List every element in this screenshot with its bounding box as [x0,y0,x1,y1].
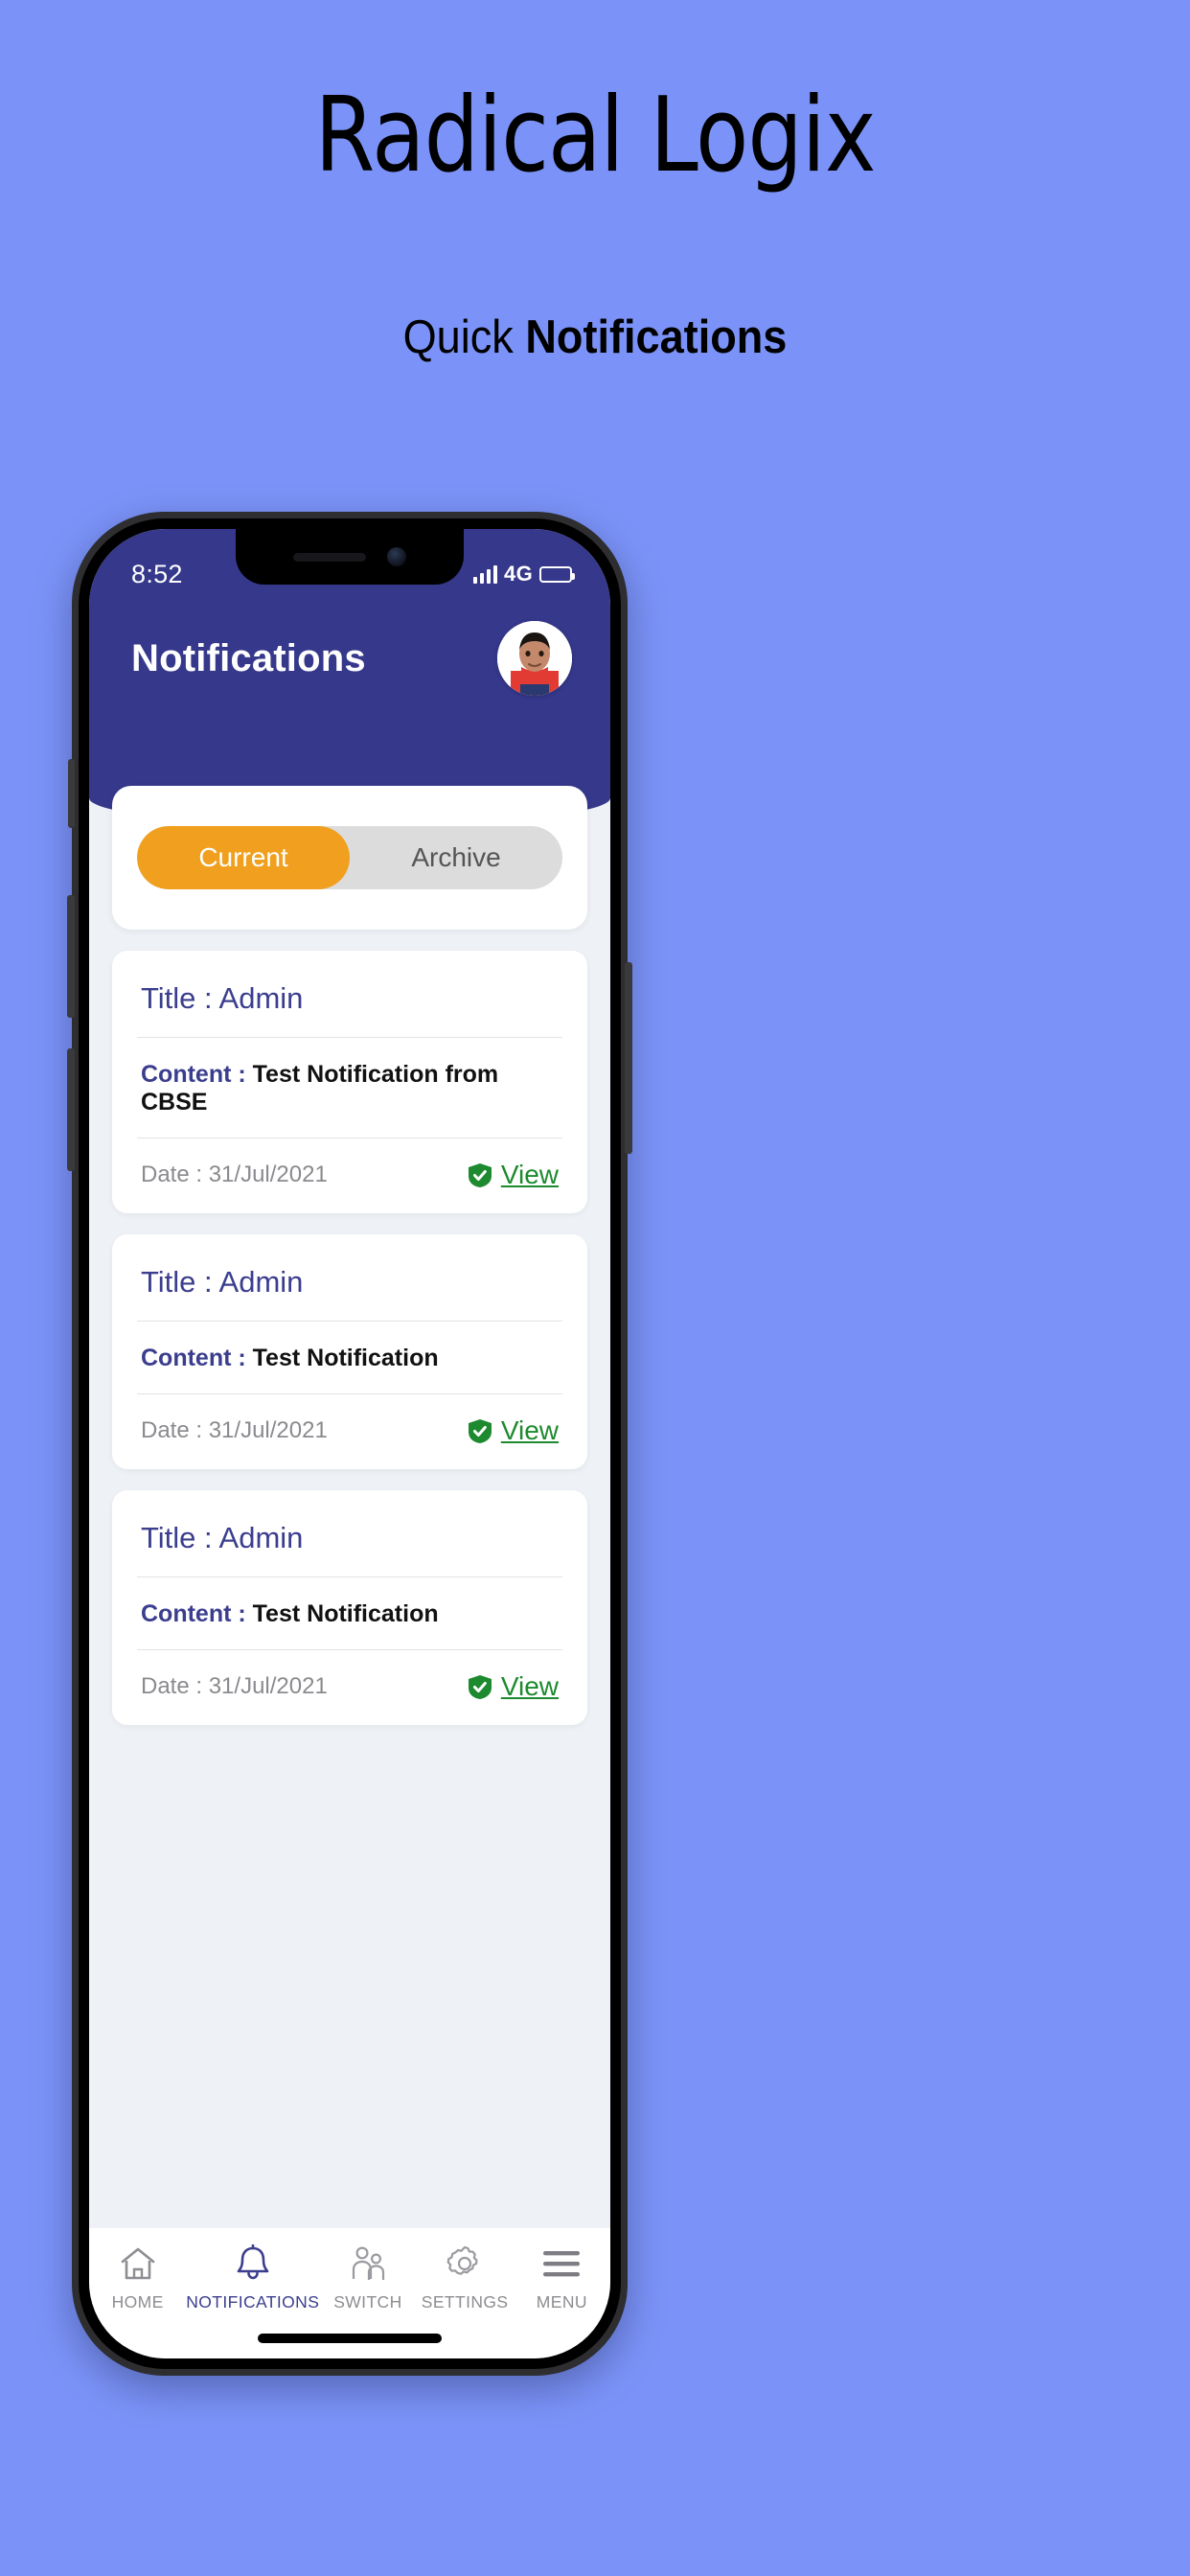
view-button[interactable]: View [468,1671,559,1702]
nav-item-notifications[interactable]: NOTIFICATIONS [186,2243,319,2312]
phone-notch [236,529,464,585]
bell-icon [236,2243,270,2284]
notification-date: Date : 31/Jul/2021 [141,1162,328,1188]
notification-title: Title : Admin [137,1240,562,1322]
shield-check-icon [468,1162,492,1187]
promo-screenshot: Radical Logix Quick Notifications 8:52 4… [0,0,1190,2576]
notification-card-3[interactable]: Title : Admin Content : Test Notificatio… [112,1490,587,1725]
title-label: Title : [141,1521,219,1554]
nav-label-switch: SWITCH [333,2292,402,2312]
view-label: View [500,1160,559,1189]
title-label: Title : [141,1265,219,1299]
notification-footer: Date : 31/Jul/2021 View [137,1394,562,1456]
date-label: Date : [141,1673,209,1699]
nav-item-menu[interactable]: MENU [514,2243,610,2312]
notification-card-1[interactable]: Title : Admin Content : Test Notificatio… [112,951,587,1213]
phone-bezel: 8:52 4G Notifications Current Archive Ti… [79,518,621,2369]
notification-content: Content : Test Notification [137,1322,562,1394]
shield-check-icon [468,1418,492,1443]
shield-check-icon [468,1674,492,1699]
date-label: Date : [141,1417,209,1443]
earpiece-speaker-icon [293,552,366,562]
home-icon [120,2243,156,2284]
view-label: View [500,1415,559,1445]
view-label: View [500,1671,559,1701]
nav-item-switch[interactable]: SWITCH [319,2243,416,2312]
tabs-card: Current Archive [112,786,587,930]
notification-date: Date : 31/Jul/2021 [141,1417,328,1444]
battery-icon [539,565,575,583]
nav-label-settings: SETTINGS [421,2292,509,2312]
tab-archive[interactable]: Archive [350,826,562,889]
notification-card-2[interactable]: Title : Admin Content : Test Notificatio… [112,1234,587,1469]
notification-content: Content : Test Notification from CBSE [137,1038,562,1138]
nav-label-home: HOME [111,2292,164,2312]
view-button[interactable]: View [468,1160,559,1190]
date-value: 31/Jul/2021 [208,1673,328,1699]
notification-title: Title : Admin [137,1496,562,1577]
nav-item-home[interactable]: HOME [89,2243,186,2312]
notification-footer: Date : 31/Jul/2021 View [137,1650,562,1712]
nav-label-notifications: NOTIFICATIONS [186,2292,320,2312]
content-value: Test Notification [252,1600,439,1627]
bottom-navigation: HOME NOTIFICATIONS SWITCH SETTINGS MENU [89,2228,610,2358]
header-row: Notifications [89,598,610,696]
power-button[interactable] [625,962,632,1154]
title-value: Admin [218,981,304,1015]
nav-item-settings[interactable]: SETTINGS [417,2243,514,2312]
page-title: Notifications [131,636,366,679]
signal-bars-icon [472,564,498,584]
volume-up-button[interactable] [67,895,75,1018]
nav-label-menu: MENU [536,2292,587,2312]
notification-content: Content : Test Notification [137,1577,562,1650]
title-value: Admin [218,1521,304,1554]
status-indicators: 4G [472,562,575,586]
promo-title: Radical Logix [314,76,877,196]
promo-subtitle-regular: Quick [402,311,526,363]
hamburger-icon [541,2243,582,2284]
promo-subtitle: Quick Notifications [48,314,1143,361]
phone-mockup: 8:52 4G Notifications Current Archive Ti… [67,512,632,2376]
home-indicator[interactable] [258,2334,442,2343]
phone-screen: 8:52 4G Notifications Current Archive Ti… [89,529,610,2358]
network-type-label: 4G [504,562,533,586]
notification-title: Title : Admin [137,956,562,1038]
volume-down-button[interactable] [67,1048,75,1171]
avatar[interactable] [497,621,572,696]
front-camera-icon [387,547,406,566]
tab-current[interactable]: Current [137,826,350,889]
date-value: 31/Jul/2021 [208,1417,328,1443]
notification-footer: Date : 31/Jul/2021 View [137,1138,562,1200]
app-header: 8:52 4G Notifications [89,529,610,826]
notification-date: Date : 31/Jul/2021 [141,1673,328,1700]
status-time: 8:52 [131,559,183,588]
content-label: Content : [141,1345,253,1371]
segmented-control[interactable]: Current Archive [137,826,562,889]
promo-subtitle-bold: Notifications [525,311,788,363]
title-label: Title : [141,981,219,1015]
date-label: Date : [141,1162,209,1187]
people-icon [349,2243,387,2284]
notifications-scroll-area[interactable]: Current Archive Title : Admin Content : … [89,786,610,2228]
content-label: Content : [141,1061,253,1088]
mute-switch[interactable] [68,759,75,828]
gear-icon [446,2243,484,2284]
content-label: Content : [141,1600,253,1627]
date-value: 31/Jul/2021 [208,1162,328,1187]
content-value: Test Notification [252,1345,439,1371]
title-value: Admin [218,1265,304,1299]
view-button[interactable]: View [468,1415,559,1446]
